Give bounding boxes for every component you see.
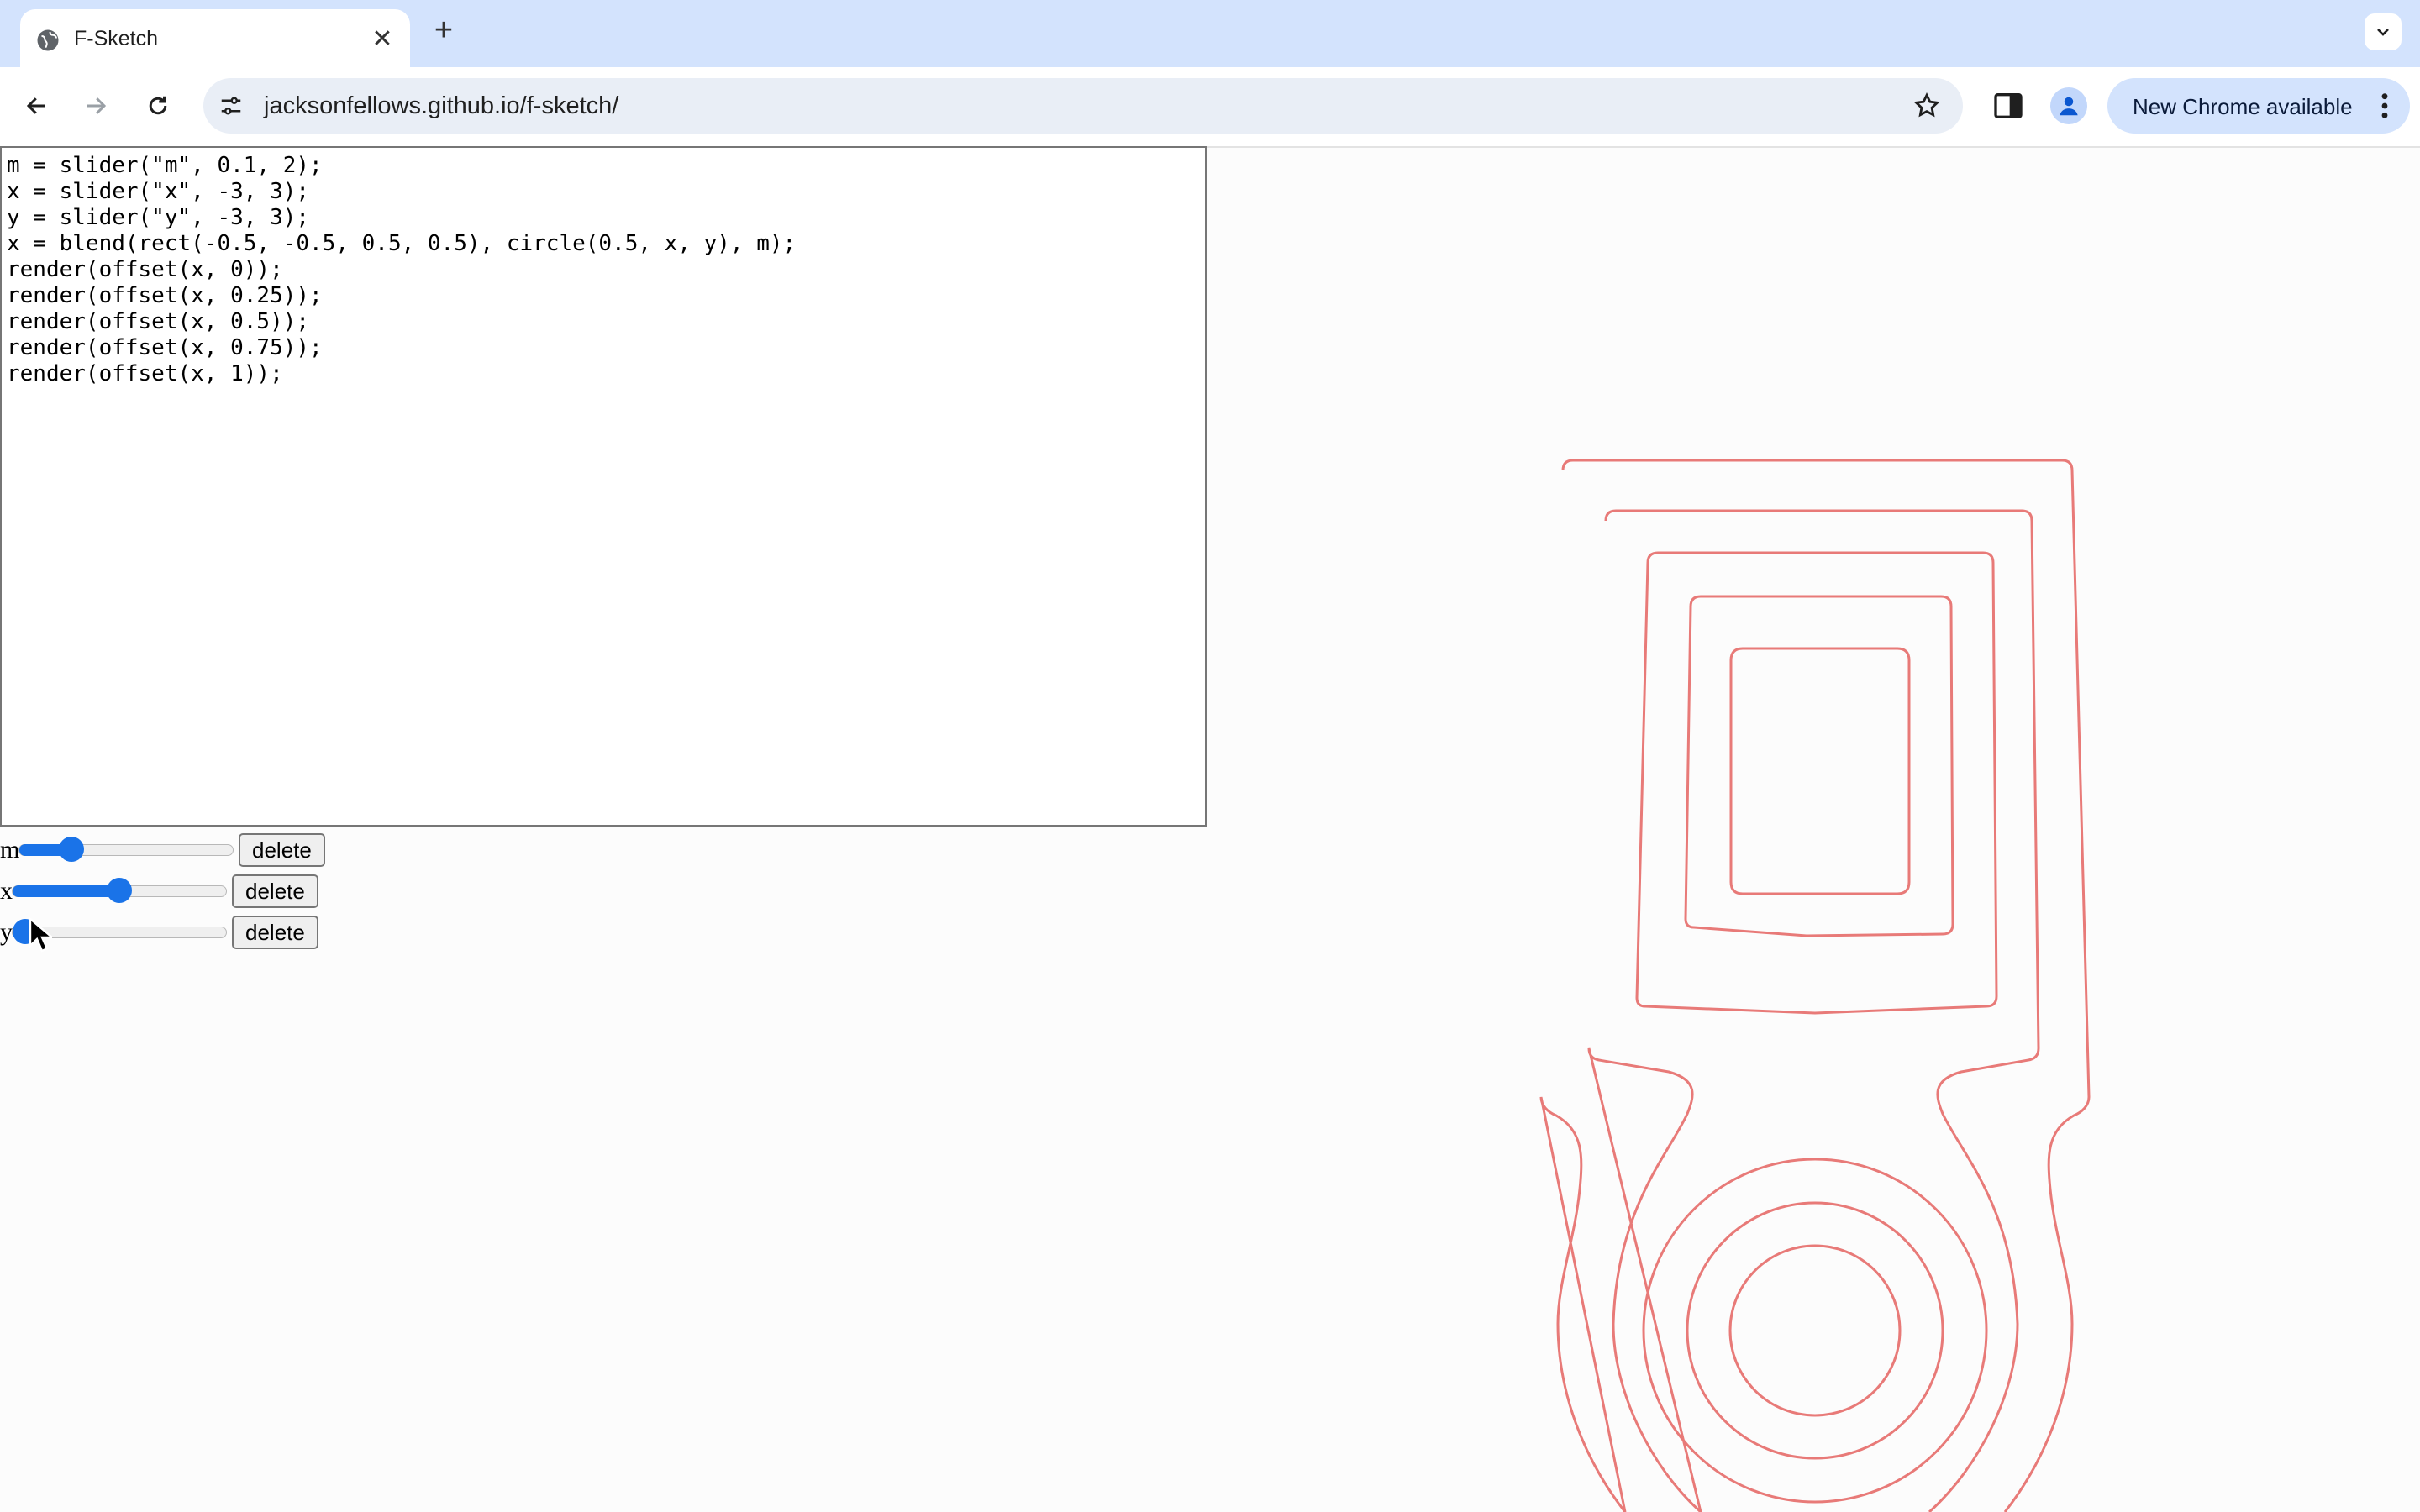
contour-offset-0 xyxy=(1729,647,1911,895)
close-icon[interactable]: ✕ xyxy=(366,23,398,55)
update-chrome-button[interactable]: New Chrome available xyxy=(2107,78,2410,134)
address-bar[interactable]: jacksonfellows.github.io/f-sketch/ xyxy=(203,78,1963,134)
browser-toolbar: jacksonfellows.github.io/f-sketch/ New C… xyxy=(0,67,2420,148)
browser-tab[interactable]: F-Sketch ✕ xyxy=(20,9,410,67)
globe-icon xyxy=(37,29,59,51)
slider-thumb[interactable] xyxy=(107,878,132,903)
back-icon[interactable] xyxy=(18,87,55,124)
slider-label: m xyxy=(0,836,20,864)
render-contours xyxy=(1539,459,2091,1512)
update-chrome-label: New Chrome available xyxy=(2133,94,2353,119)
slider-m[interactable] xyxy=(18,837,234,862)
more-vert-icon[interactable] xyxy=(2380,92,2390,120)
mouse-cursor-icon xyxy=(29,917,52,953)
bookmark-star-icon[interactable] xyxy=(1912,92,1941,120)
contour-offset-0-circle xyxy=(1728,1244,1902,1417)
tab-strip: F-Sketch ✕ + xyxy=(0,0,2420,67)
url-text: jacksonfellows.github.io/f-sketch/ xyxy=(264,92,619,119)
side-panel-icon[interactable] xyxy=(1991,89,2025,123)
slider-row-x: x delete xyxy=(0,874,318,908)
delete-button[interactable]: delete xyxy=(239,833,325,867)
contour-offset-3 xyxy=(1587,509,2040,1512)
slider-fill xyxy=(13,885,119,897)
contour-offset-4 xyxy=(1539,459,2091,1512)
slider-label: y xyxy=(0,918,13,946)
delete-button[interactable]: delete xyxy=(232,874,318,908)
render-canvas[interactable] xyxy=(1207,148,2420,1512)
slider-x[interactable] xyxy=(12,878,227,903)
slider-thumb[interactable] xyxy=(59,837,85,862)
code-editor[interactable] xyxy=(0,146,1207,827)
tab-title: F-Sketch xyxy=(74,27,159,50)
reload-icon[interactable] xyxy=(139,87,176,124)
slider-label: x xyxy=(0,877,13,905)
delete-button[interactable]: delete xyxy=(232,916,318,949)
profile-icon[interactable] xyxy=(2050,87,2087,124)
contour-offset-2-circle xyxy=(1642,1158,1988,1504)
chevron-down-icon[interactable] xyxy=(2365,13,2402,50)
plus-icon[interactable]: + xyxy=(427,13,460,48)
contour-offset-1-circle xyxy=(1686,1201,1944,1460)
forward-icon[interactable] xyxy=(77,87,114,124)
site-settings-icon[interactable] xyxy=(218,93,244,118)
slider-row-m: m delete xyxy=(0,833,325,867)
